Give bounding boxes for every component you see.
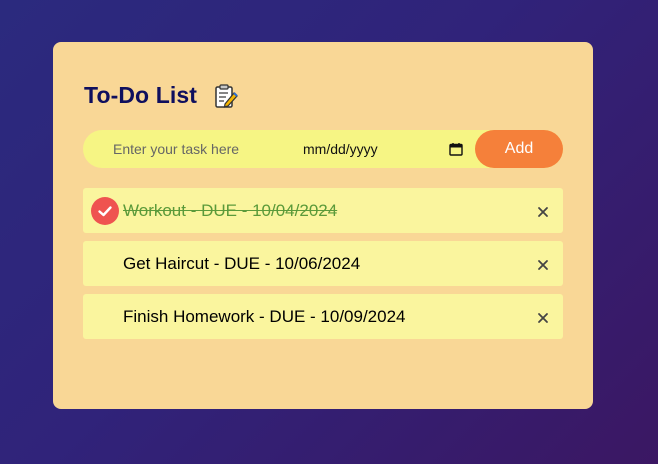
task-input[interactable]: Enter your task here — [113, 130, 239, 168]
close-icon[interactable] — [537, 311, 549, 323]
add-task-form: Enter your task here mm/dd/yyyy Add — [83, 130, 563, 168]
task-item[interactable]: Get Haircut - DUE - 10/06/2024 — [83, 241, 563, 286]
check-circle-icon[interactable] — [91, 197, 119, 225]
title-row: To-Do List — [84, 82, 238, 109]
task-item[interactable]: Finish Homework - DUE - 10/09/2024 — [83, 294, 563, 339]
calendar-icon[interactable] — [449, 142, 463, 156]
due-date-input[interactable]: mm/dd/yyyy — [303, 130, 378, 168]
close-icon[interactable] — [537, 258, 549, 270]
task-text: Finish Homework - DUE - 10/09/2024 — [123, 307, 406, 326]
task-item[interactable]: Workout - DUE - 10/04/2024 — [83, 188, 563, 233]
task-text: Get Haircut - DUE - 10/06/2024 — [123, 254, 361, 273]
add-button[interactable]: Add — [475, 130, 563, 168]
todo-card: To-Do List Enter your task here mm/dd/yy… — [53, 42, 593, 409]
app-title: To-Do List — [84, 82, 197, 108]
close-icon[interactable] — [537, 205, 549, 217]
clipboard-edit-icon — [214, 83, 238, 109]
task-text: Workout - DUE - 10/04/2024 — [123, 201, 338, 220]
